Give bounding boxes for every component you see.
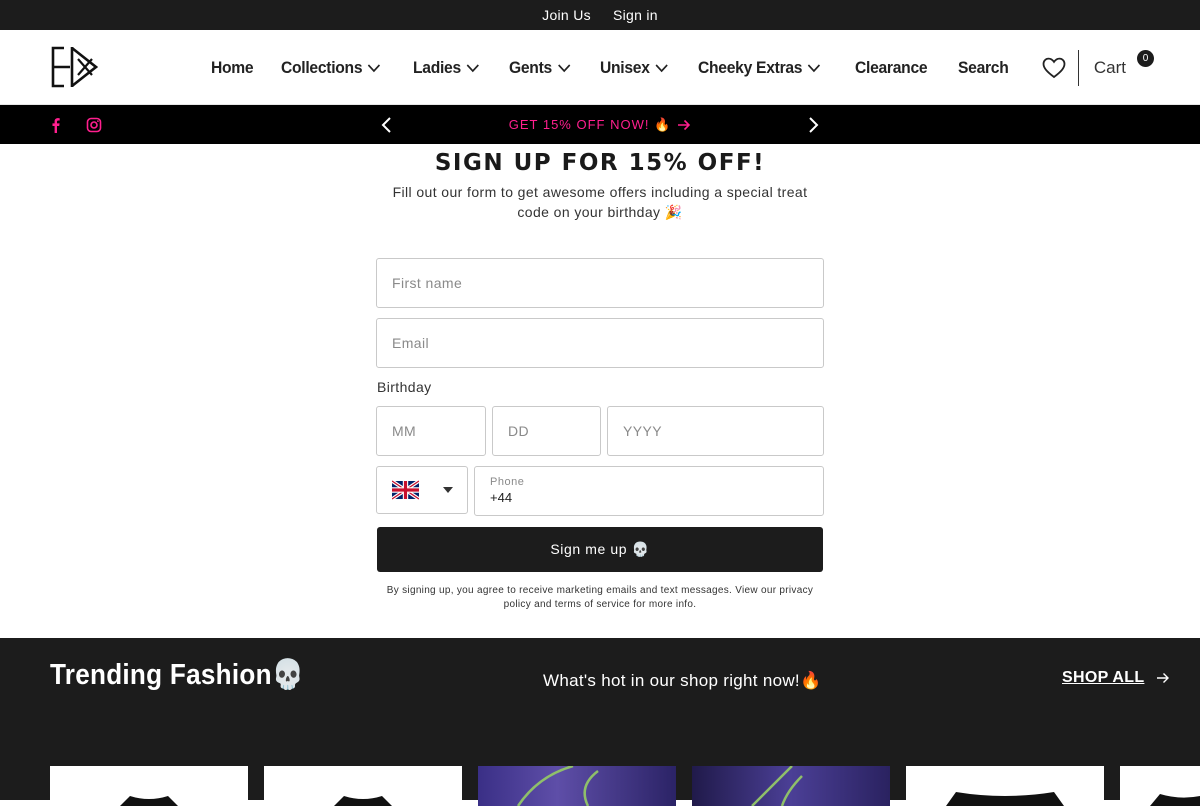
promo-bar: GET 15% OFF NOW! 🔥 bbox=[0, 105, 1200, 144]
email-placeholder: Email bbox=[392, 335, 430, 351]
product-card[interactable] bbox=[692, 766, 890, 806]
nav-unisex[interactable]: Unisex bbox=[600, 58, 668, 78]
uk-flag-icon bbox=[392, 480, 419, 500]
nav-label: Gents bbox=[509, 57, 553, 77]
nav-collections[interactable]: Collections bbox=[281, 58, 381, 78]
email-field[interactable]: Email bbox=[376, 318, 824, 368]
arrow-right-icon bbox=[678, 119, 691, 130]
nav-ladies[interactable]: Ladies bbox=[413, 57, 480, 78]
nav-cheeky-extras[interactable]: Cheeky Extras bbox=[698, 58, 821, 78]
nav-gents[interactable]: Gents bbox=[509, 57, 571, 78]
product-image bbox=[120, 796, 178, 806]
nav-label: Collections bbox=[281, 57, 363, 77]
product-card[interactable] bbox=[906, 766, 1104, 806]
main-nav: Home Collections Ladies Gents Unisex Che… bbox=[211, 30, 1013, 105]
year-placeholder: YYYY bbox=[623, 423, 662, 439]
account-bar: Join Us Sign in bbox=[0, 0, 1200, 30]
cart-label: Cart bbox=[1093, 57, 1126, 77]
promo-text: GET 15% OFF NOW! 🔥 bbox=[508, 116, 672, 132]
site-header: Home Collections Ladies Gents Unisex Che… bbox=[0, 30, 1200, 105]
shop-all-link[interactable]: SHOP ALL bbox=[1062, 669, 1170, 687]
chevron-down-icon bbox=[558, 63, 571, 72]
product-card[interactable] bbox=[50, 766, 248, 806]
nav-search[interactable]: Search bbox=[958, 58, 1009, 78]
chevron-down-icon bbox=[808, 63, 821, 72]
nav-label: Cheeky Extras bbox=[698, 57, 803, 77]
trending-section: Trending Fashion💀 What's hot in our shop… bbox=[0, 638, 1200, 806]
product-image bbox=[334, 796, 392, 806]
product-image bbox=[751, 766, 803, 806]
nav-home[interactable]: Home bbox=[211, 57, 254, 78]
signup-section: SIGN UP FOR 15% OFF! Fill out our form t… bbox=[0, 144, 1200, 638]
nav-label: Ladies bbox=[413, 57, 462, 77]
sign-in-link[interactable]: Sign in bbox=[613, 7, 658, 23]
product-image bbox=[1150, 794, 1200, 806]
nav-label: Home bbox=[211, 57, 254, 77]
signup-title: SIGN UP FOR 15% OFF! bbox=[434, 150, 766, 176]
signup-disclaimer: By signing up, you agree to receive mark… bbox=[386, 585, 814, 610]
product-card[interactable] bbox=[1120, 766, 1200, 806]
nav-label: Unisex bbox=[600, 57, 650, 77]
phone-label: Phone bbox=[490, 476, 525, 488]
nav-clearance[interactable]: Clearance bbox=[855, 57, 928, 78]
header-divider bbox=[1077, 49, 1079, 86]
day-placeholder: DD bbox=[508, 423, 530, 439]
phone-value: +44 bbox=[490, 490, 513, 505]
cart-button[interactable]: Cart 0 bbox=[1093, 49, 1154, 78]
chevron-right-icon[interactable] bbox=[806, 117, 820, 133]
join-us-link[interactable]: Join Us bbox=[542, 7, 591, 23]
phone-field[interactable]: Phone +44 bbox=[474, 466, 824, 516]
sign-up-button[interactable]: Sign me up 💀 bbox=[377, 527, 823, 572]
arrow-right-icon bbox=[1157, 673, 1170, 683]
cart-count-badge: 0 bbox=[1137, 49, 1154, 67]
promo-announcement[interactable]: GET 15% OFF NOW! 🔥 bbox=[0, 105, 1200, 144]
chevron-down-icon bbox=[655, 63, 668, 72]
birthday-day-field[interactable]: DD bbox=[492, 406, 601, 456]
header-actions: Cart 0 bbox=[1042, 30, 1154, 105]
product-card[interactable] bbox=[264, 766, 462, 806]
brand-logo[interactable] bbox=[50, 45, 98, 89]
birthday-year-field[interactable]: YYYY bbox=[607, 406, 824, 456]
chevron-down-icon bbox=[467, 63, 480, 72]
first-name-placeholder: First name bbox=[392, 275, 463, 291]
signup-subtitle: Fill out our form to get awesome offers … bbox=[392, 184, 808, 220]
trending-subtitle: What's hot in our shop right now!🔥 bbox=[543, 671, 822, 690]
wishlist-heart-icon[interactable] bbox=[1042, 57, 1066, 79]
chevron-down-icon bbox=[368, 63, 381, 72]
nav-label: Search bbox=[957, 57, 1009, 77]
month-placeholder: MM bbox=[392, 423, 417, 439]
shop-all-label: SHOP ALL bbox=[1062, 669, 1145, 686]
country-code-select[interactable] bbox=[376, 466, 468, 514]
birthday-label: Birthday bbox=[377, 379, 432, 395]
caret-down-icon bbox=[443, 487, 453, 493]
nav-label: Clearance bbox=[855, 57, 928, 77]
product-image bbox=[946, 792, 1064, 806]
first-name-field[interactable]: First name bbox=[376, 258, 824, 308]
product-image bbox=[516, 766, 599, 806]
birthday-month-field[interactable]: MM bbox=[376, 406, 486, 456]
product-card[interactable] bbox=[478, 766, 676, 806]
trending-title: Trending Fashion💀 bbox=[50, 659, 305, 691]
